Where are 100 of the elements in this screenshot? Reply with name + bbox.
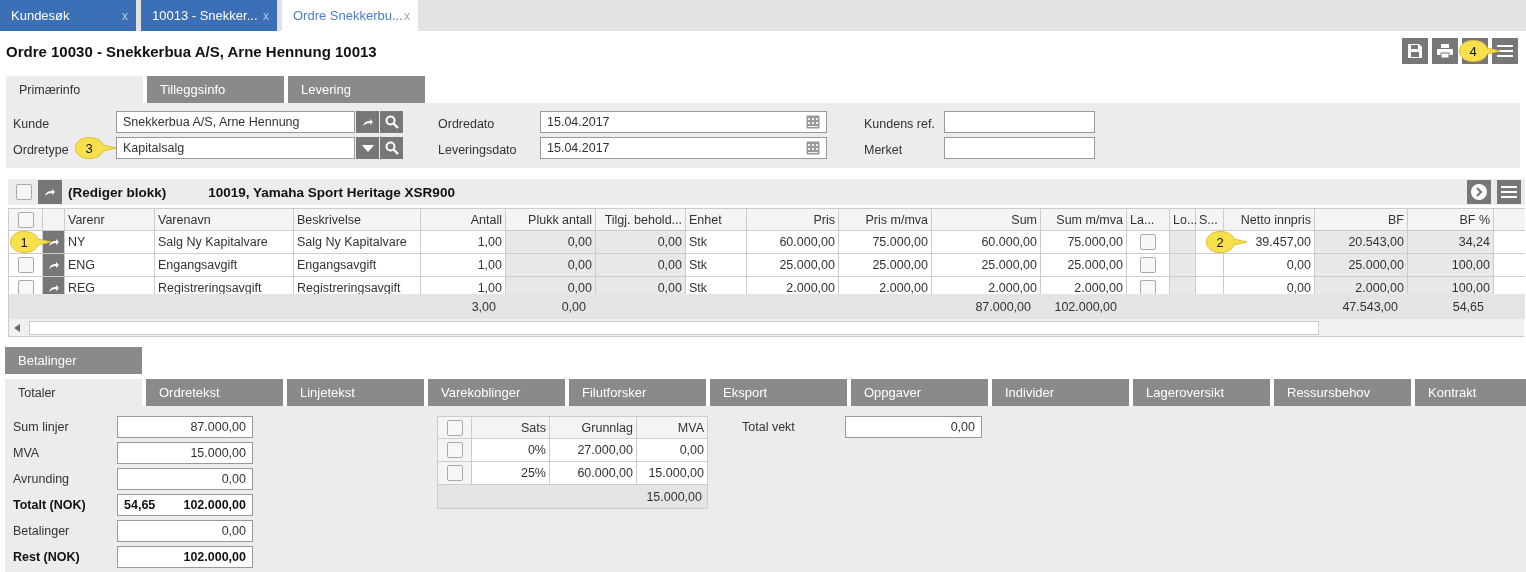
column-header[interactable]: Beskrivelse	[294, 208, 421, 231]
form-tab[interactable]: Primærinfo	[6, 76, 143, 103]
search-icon	[384, 115, 399, 129]
column-header[interactable]: Plukk antall	[506, 208, 596, 231]
total-label: Betalinger	[13, 524, 71, 538]
row-checkbox[interactable]	[17, 280, 34, 294]
marking-field[interactable]	[944, 137, 1095, 159]
open-button[interactable]	[356, 111, 379, 133]
table-cell: 27.000,00	[550, 439, 637, 462]
dropdown-button[interactable]	[356, 137, 379, 159]
total-label: Sum linjer	[13, 420, 70, 434]
reference-field[interactable]	[944, 111, 1095, 133]
select-all-checkbox[interactable]	[446, 419, 463, 436]
table-cell: 25.000,00	[1041, 254, 1127, 277]
next-button[interactable]	[1467, 180, 1491, 204]
total-field[interactable]: 0,00	[117, 468, 253, 490]
total-label: Totalt (NOK)	[13, 498, 87, 512]
total-field[interactable]: 87.000,00	[117, 416, 253, 438]
column-header[interactable]: Lo...	[1170, 208, 1196, 231]
callout-tooltip: 3	[74, 136, 118, 160]
column-header[interactable]: Pris	[747, 208, 839, 231]
table-cell: NY	[65, 231, 155, 254]
date-field[interactable]: 15.04.2017	[540, 137, 827, 159]
table-cell: 0,00	[506, 254, 596, 277]
total-value: 47.543,00	[1342, 299, 1398, 314]
row-checkbox[interactable]	[446, 465, 463, 481]
weight-field[interactable]: 0,00	[845, 416, 982, 438]
table-cell: 25.000,00	[932, 254, 1041, 277]
total-field[interactable]: 15.000,00	[117, 442, 253, 464]
table-cell: 20.543,00	[1315, 231, 1408, 254]
column-header[interactable]: BF %	[1408, 208, 1494, 231]
field-label: Kundens ref.	[864, 116, 935, 131]
callout-tooltip: 2	[1205, 231, 1249, 254]
document-tab[interactable]: Ordre Snekkerbu...x	[282, 0, 418, 31]
column-header[interactable]: Varenr	[65, 208, 155, 231]
menu-button[interactable]	[1492, 38, 1518, 64]
arrow-icon	[361, 117, 374, 127]
save-button[interactable]	[1402, 38, 1428, 64]
block-checkbox[interactable]	[16, 184, 32, 200]
row-action-button[interactable]	[43, 254, 65, 277]
row-checkbox[interactable]	[1140, 280, 1156, 294]
column-header[interactable]: Pris m/mva	[839, 208, 932, 231]
column-header[interactable]: Netto innpris	[1224, 208, 1315, 231]
table-cell: 100,00	[1408, 277, 1494, 294]
date-field[interactable]: 15.04.2017	[540, 111, 827, 133]
column-header[interactable]: Sats	[472, 416, 550, 439]
floppy-icon	[1408, 44, 1422, 58]
scrollbar-thumb[interactable]	[29, 320, 1319, 335]
menu-button[interactable]	[1497, 180, 1521, 204]
column-header[interactable]: Antall	[421, 208, 506, 231]
table-cell: 60.000,00	[932, 231, 1041, 254]
order-type-dropdown[interactable]: Kapitalsalg	[116, 137, 355, 159]
column-header[interactable]: Varenavn	[155, 208, 294, 231]
search-button[interactable]	[380, 137, 403, 159]
total-field[interactable]: 102.000,00	[117, 546, 253, 568]
table-cell: 0,00	[596, 277, 686, 294]
field-label: Merket	[864, 142, 903, 157]
table-cell: ENG	[65, 254, 155, 277]
row-checkbox[interactable]	[1140, 234, 1156, 250]
document-tab[interactable]: 10013 - Snekker... x	[141, 0, 277, 31]
total-field[interactable]: 0,00	[117, 520, 253, 542]
row-checkbox[interactable]	[446, 442, 463, 458]
column-header[interactable]: BF	[1315, 208, 1408, 231]
edit-block-button[interactable]	[38, 180, 62, 204]
block-label: (Rediger blokk)	[68, 184, 167, 200]
total-label: Rest (NOK)	[13, 550, 81, 564]
caret-icon	[361, 144, 374, 152]
circle-chevron-icon	[1471, 184, 1487, 200]
column-header[interactable]: Grunnlag	[550, 416, 637, 439]
table-cell: 25.000,00	[747, 254, 839, 277]
block-title: 10019, Yamaha Sport Heritage XSR900	[208, 184, 456, 200]
section-tab[interactable]: Totaler	[5, 379, 142, 406]
total-label: MVA	[13, 446, 41, 460]
table-cell: 0,00	[1224, 254, 1315, 277]
print-button[interactable]	[1432, 38, 1458, 64]
row-checkbox[interactable]	[1140, 257, 1156, 273]
printer-icon	[1437, 44, 1453, 58]
row-action-button[interactable]	[43, 231, 65, 254]
table-cell: 0%	[472, 439, 550, 462]
table-cell: Engangsavgift	[294, 254, 421, 277]
scrollbar[interactable]	[9, 319, 1524, 337]
total-field[interactable]: 54,65 102.000,00	[117, 494, 253, 516]
column-header[interactable]: Sum m/mva	[1041, 208, 1127, 231]
search-button[interactable]	[380, 111, 403, 133]
select-all-checkbox[interactable]	[17, 211, 34, 228]
menu-icon	[1497, 45, 1513, 57]
column-header[interactable]: La...	[1127, 208, 1170, 231]
column-header[interactable]: Sum	[932, 208, 1041, 231]
row-action-button[interactable]	[43, 277, 65, 294]
total-value: 54,65	[1452, 299, 1484, 314]
document-tab[interactable]: Kundesøk x	[0, 0, 136, 31]
table-cell: 0,00	[637, 439, 708, 462]
total-label: Total vekt	[742, 420, 796, 434]
total-value: 102.000,00	[1054, 299, 1117, 314]
row-checkbox[interactable]	[17, 257, 34, 273]
column-header[interactable]: MVA	[637, 416, 708, 439]
column-header[interactable]: Tilgj. behold...	[596, 208, 686, 231]
column-header[interactable]: Enhet	[686, 208, 747, 231]
customer-field[interactable]: Snekkerbua A/S, Arne Hennung	[116, 111, 355, 133]
column-header[interactable]: S...	[1196, 208, 1224, 231]
